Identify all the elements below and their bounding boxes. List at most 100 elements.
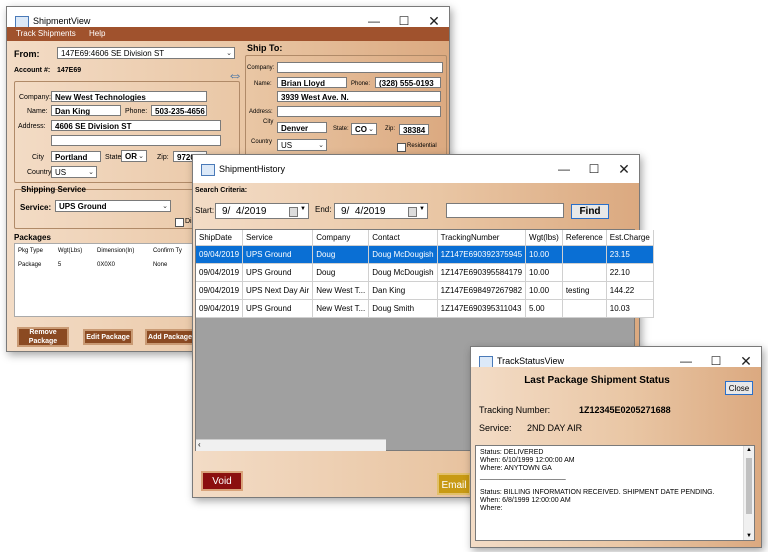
menu-bar: Track Shipments Help	[7, 27, 449, 41]
history-cell: 1Z147E690395311043	[437, 299, 527, 318]
calendar-icon[interactable]	[408, 207, 417, 217]
menu-item-help[interactable]: Help	[89, 29, 105, 38]
history-row[interactable]: 09/04/2019 UPS Ground New West T... Doug Sm…	[196, 299, 654, 318]
dir-checkbox[interactable]	[175, 218, 184, 227]
to-city-field[interactable]: Denver	[277, 122, 327, 133]
status-heading: Last Package Shipment Status	[524, 375, 670, 386]
edit-package-button[interactable]: Edit Package	[83, 329, 133, 345]
history-cell: 144.22	[606, 281, 654, 300]
history-cell: Doug McDougish	[368, 245, 438, 264]
to-name-field[interactable]: Brian Lloyd	[277, 77, 347, 88]
minimize-icon[interactable]: —	[549, 155, 579, 183]
calendar-icon[interactable]	[289, 207, 298, 217]
scroll-left-icon[interactable]: ‹	[198, 440, 201, 449]
history-cell: 5.00	[525, 299, 563, 318]
to-phone-field[interactable]: (328) 555-0193	[375, 77, 441, 88]
col-weight[interactable]: Wgt(lbs)	[525, 230, 563, 246]
swap-arrows-icon[interactable]: ⇔	[227, 67, 243, 85]
maximize-icon[interactable]: ☐	[579, 155, 609, 183]
log-line: Status: DELIVERED	[480, 449, 544, 456]
add-package-button[interactable]: Add Package	[145, 329, 195, 345]
history-row[interactable]: 09/04/2019 UPS Ground Doug Doug McDougish 1Z…	[196, 245, 654, 264]
pkg-col-confirm: Confirm Ty	[152, 248, 182, 254]
history-cell: 10.00	[525, 281, 563, 300]
city-field[interactable]: Portland	[51, 151, 101, 162]
col-contact[interactable]: Contact	[368, 230, 438, 246]
state-dropdown[interactable]: OR ⌄	[121, 150, 147, 162]
chevron-down-icon[interactable]: ▼	[419, 206, 425, 212]
scroll-thumb[interactable]	[746, 458, 752, 514]
to-country-label: Country	[251, 139, 273, 145]
history-cell: Doug Smith	[368, 299, 438, 318]
shipment-history-titlebar[interactable]: ShipmentHistory — ☐ ✕	[193, 155, 639, 183]
col-shipdate[interactable]: ShipDate	[196, 230, 244, 246]
history-cell: 22.10	[606, 263, 654, 282]
tracking-number-label: Tracking Number:	[479, 405, 551, 415]
name-label: Name:	[27, 108, 48, 115]
find-button[interactable]: Find	[571, 204, 609, 219]
history-row[interactable]: 09/04/2019 UPS Ground Doug Doug McDougish 1Z…	[196, 263, 654, 282]
col-service[interactable]: Service	[242, 230, 314, 246]
address2-field[interactable]	[51, 135, 221, 146]
start-date-picker[interactable]: 9/ 4/2019 ▼	[215, 203, 309, 219]
status-log[interactable]: Status: DELIVERED When: 6/10/1999 12:00:0…	[475, 445, 755, 541]
country-dropdown[interactable]: US ⌄	[51, 166, 97, 178]
service-dropdown[interactable]: UPS Ground ⌄	[55, 200, 171, 212]
company-field[interactable]: New West Technologies	[51, 91, 207, 102]
service-value: UPS Ground	[59, 202, 107, 211]
status-log-lines: Status: DELIVERED When: 6/10/1999 12:00:0…	[476, 446, 754, 516]
col-company[interactable]: Company	[312, 230, 370, 246]
menu-item-track-shipments[interactable]: Track Shipments	[16, 29, 76, 38]
to-address2-field[interactable]	[277, 106, 441, 117]
end-date-picker[interactable]: 9/ 4/2019 ▼	[334, 203, 428, 219]
history-rows: 09/04/2019 UPS Ground Doug Doug McDougish 1Z…	[196, 245, 654, 318]
history-cell: 23.15	[606, 245, 654, 264]
from-dropdown[interactable]: 147E69:4606 SE Division ST ⌄	[57, 47, 235, 59]
from-value: 147E69:4606 SE Division ST	[61, 49, 165, 58]
chevron-down-icon: ⌄	[226, 50, 232, 57]
to-address-field[interactable]: 3939 West Ave. N.	[277, 91, 441, 102]
pkg-cell: Package	[18, 262, 42, 268]
to-state-dropdown[interactable]: CO ⌄	[351, 123, 377, 135]
void-button[interactable]: Void	[201, 471, 243, 491]
close-button[interactable]: Close	[725, 381, 753, 395]
history-cell	[562, 245, 607, 264]
history-cell: 10.03	[606, 299, 654, 318]
to-phone-label: Phone:	[351, 81, 371, 87]
residential-label: Residential	[407, 143, 437, 149]
history-cell: UPS Ground	[242, 299, 314, 318]
name-field[interactable]: Dan King	[51, 105, 121, 116]
scroll-down-icon[interactable]: ▼	[746, 533, 752, 539]
chevron-down-icon: ⌄	[318, 142, 324, 149]
packages-label: Packages	[14, 233, 51, 242]
to-country-dropdown[interactable]: US ⌄	[277, 139, 327, 151]
chevron-down-icon[interactable]: ▼	[300, 206, 306, 212]
email-button[interactable]: Email	[437, 473, 471, 495]
window-title: ShipmentView	[33, 16, 91, 26]
to-company-field[interactable]	[277, 62, 443, 73]
tracking-number-value: 1Z12345E0205271688	[579, 405, 671, 415]
start-label: Start:	[195, 206, 215, 215]
horizontal-scrollbar[interactable]: ‹	[196, 439, 386, 451]
close-icon[interactable]: ✕	[609, 155, 639, 183]
scroll-up-icon[interactable]: ▲	[746, 447, 752, 453]
to-zip-field[interactable]: 38384	[399, 124, 429, 135]
history-cell: Doug	[312, 245, 370, 264]
col-tracking[interactable]: TrackingNumber	[437, 230, 527, 246]
history-grid: ShipDate Service Company Contact Trackin…	[196, 230, 654, 318]
package-row[interactable]: Package 5 0X0X0 None	[15, 258, 195, 272]
to-state-value: CO	[355, 125, 367, 134]
vertical-scrollbar[interactable]: ▲ ▼	[743, 446, 754, 540]
history-cell: Doug	[312, 263, 370, 282]
phone-field[interactable]: 503-235-4656	[151, 105, 207, 116]
to-zip-label: Zip:	[385, 126, 396, 132]
col-reference[interactable]: Reference	[562, 230, 607, 246]
address-field[interactable]: 4606 SE Division ST	[51, 120, 221, 131]
search-input[interactable]	[446, 203, 564, 218]
col-charge[interactable]: Est.Charge	[606, 230, 654, 246]
residential-checkbox[interactable]	[397, 143, 406, 152]
end-date-value: 9/ 4/2019	[341, 206, 386, 217]
remove-package-button[interactable]: Remove Package	[17, 327, 69, 347]
history-cell: 09/04/2019	[196, 245, 244, 264]
history-row[interactable]: 09/04/2019 UPS Next Day Air New West T... D…	[196, 281, 654, 300]
